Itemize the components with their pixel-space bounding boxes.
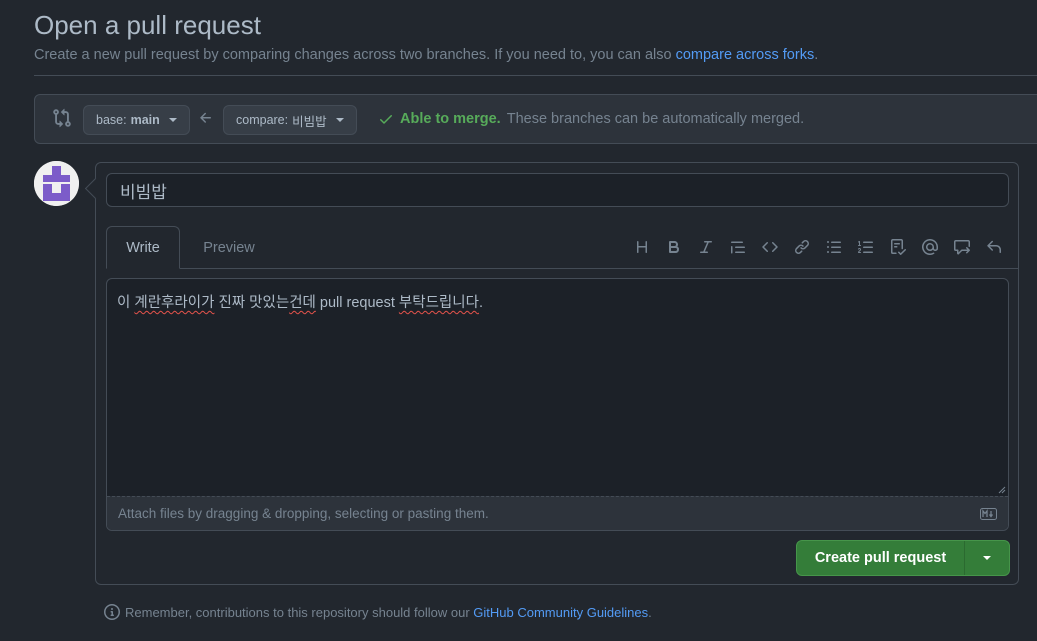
- italic-icon[interactable]: [690, 235, 722, 259]
- numbered-list-icon[interactable]: [850, 235, 882, 259]
- markdown-toolbar: [626, 235, 1010, 259]
- notice-text: Remember, contributions to this reposito…: [125, 604, 474, 620]
- identicon-icon: [34, 161, 79, 206]
- page-subtitle: Create a new pull request by comparing c…: [34, 47, 818, 63]
- check-icon: [380, 115, 392, 124]
- pr-form: Write Preview 이 계란후라이가 진짜 맛있는건데 pull req…: [95, 162, 1019, 585]
- tabs-divider: [106, 268, 1018, 269]
- merge-ok-text: Able to merge.: [400, 111, 501, 127]
- base-value: main: [130, 113, 160, 127]
- task-list-icon[interactable]: [882, 235, 914, 259]
- subtitle-text: Create a new pull request by comparing c…: [34, 47, 676, 63]
- create-pull-request-button[interactable]: Create pull request: [796, 540, 1010, 576]
- chevron-down-icon: [335, 118, 344, 122]
- info-icon: [104, 604, 120, 620]
- arrow-left-icon: [200, 112, 211, 123]
- tab-write[interactable]: Write: [106, 226, 180, 269]
- branch-range-bar: base: main compare: 비빔밥 Able to merge. T…: [34, 94, 1037, 144]
- mention-icon[interactable]: [914, 235, 946, 259]
- body-text-a: 이: [117, 295, 135, 311]
- page-title: Open a pull request: [34, 10, 261, 40]
- resize-handle-icon[interactable]: [998, 486, 1006, 494]
- quote-icon[interactable]: [722, 235, 754, 259]
- chevron-down-icon: [983, 556, 991, 560]
- compare-value: 비빔밥: [292, 114, 327, 129]
- compare-label: compare:: [236, 113, 289, 127]
- notice-end: .: [648, 604, 652, 620]
- body-text-d: 건데: [289, 295, 316, 311]
- create-options-dropdown[interactable]: [964, 541, 1009, 575]
- body-text-f: 부탁드립니다: [398, 295, 479, 311]
- create-pull-request-label[interactable]: Create pull request: [797, 541, 964, 575]
- reply-icon[interactable]: [978, 235, 1010, 259]
- chevron-down-icon: [168, 118, 177, 122]
- divider: [34, 75, 1037, 76]
- pr-body-textarea[interactable]: 이 계란후라이가 진짜 맛있는건데 pull request 부탁드립니다. A…: [106, 278, 1009, 531]
- community-guidelines-link[interactable]: GitHub Community Guidelines: [473, 605, 648, 620]
- bulleted-list-icon[interactable]: [818, 235, 850, 259]
- code-icon[interactable]: [754, 235, 786, 259]
- git-compare-icon: [53, 108, 71, 128]
- markdown-icon[interactable]: [980, 508, 997, 520]
- avatar[interactable]: [34, 161, 79, 206]
- merge-status: Able to merge. These branches can be aut…: [378, 111, 804, 127]
- attach-files-text: Attach files by dragging & dropping, sel…: [118, 506, 489, 521]
- tab-preview[interactable]: Preview: [189, 226, 269, 269]
- subtitle-end: .: [814, 47, 819, 63]
- base-branch-select[interactable]: base: main: [83, 105, 190, 135]
- compare-branch-select[interactable]: compare: 비빔밥: [223, 105, 357, 135]
- bold-icon[interactable]: [658, 235, 690, 259]
- merge-detail-text: These branches can be automatically merg…: [506, 111, 805, 127]
- base-label: base:: [96, 113, 127, 127]
- body-text-b: 계란후라이가: [134, 295, 215, 311]
- body-text-e: pull request: [315, 295, 399, 311]
- compare-across-forks-link[interactable]: compare across forks: [676, 47, 815, 63]
- pr-body-text: 이 계란후라이가 진짜 맛있는건데 pull request 부탁드립니다.: [117, 291, 483, 312]
- heading-icon[interactable]: [626, 235, 658, 259]
- body-text-c: 진짜 맛있는: [214, 295, 290, 311]
- pr-title-input[interactable]: [106, 173, 1009, 207]
- reference-icon[interactable]: [946, 235, 978, 259]
- body-text-g: .: [478, 295, 483, 311]
- attach-files-bar[interactable]: Attach files by dragging & dropping, sel…: [107, 496, 1008, 530]
- link-icon[interactable]: [786, 235, 818, 259]
- contribution-notice: Remember, contributions to this reposito…: [104, 604, 652, 620]
